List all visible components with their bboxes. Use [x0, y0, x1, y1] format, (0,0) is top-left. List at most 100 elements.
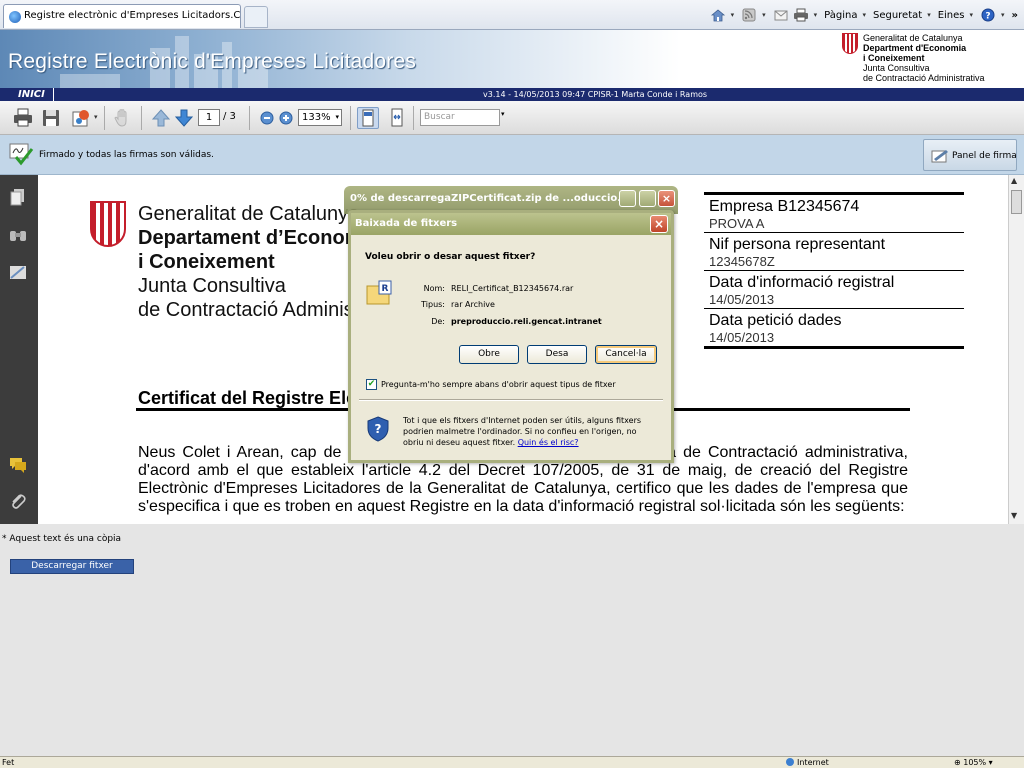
svg-text:R: R — [382, 284, 389, 294]
logo-line: Junta Consultiva — [863, 63, 930, 73]
rar-file-icon: R — [365, 280, 393, 308]
print-icon[interactable] — [793, 8, 809, 22]
scroll-down-icon[interactable]: ▼ — [1011, 511, 1017, 520]
zoom-level[interactable]: ⊕ 105% ▾ — [954, 758, 993, 767]
info-label: Data petició dades — [709, 312, 842, 329]
globe-icon — [786, 758, 794, 766]
file-type-label: Tipus: — [421, 300, 445, 309]
share-icon[interactable] — [70, 107, 92, 129]
browser-command-bar: Registre electrònic d'Empreses Licitador… — [0, 0, 1024, 30]
security-zone: Internet — [786, 758, 829, 767]
risk-info-link[interactable]: Quin és el risc? — [518, 438, 579, 447]
signatures-icon[interactable] — [8, 263, 28, 283]
session-info: v3.14 - 14/05/2013 09:47 CPISR-1 Marta C… — [483, 90, 708, 99]
logo-line: i Coneixement — [863, 53, 925, 63]
security-menu[interactable]: Seguretat — [873, 10, 922, 21]
dialog-close-button[interactable]: × — [650, 215, 668, 233]
site-nav-bar: INICI v3.14 - 14/05/2013 09:47 CPISR-1 M… — [0, 88, 1024, 101]
maximize-button[interactable] — [639, 190, 656, 207]
page-total: / 3 — [223, 111, 236, 122]
gencat-shield-icon — [90, 201, 126, 248]
svg-text:?: ? — [985, 12, 990, 22]
hand-tool-icon[interactable] — [112, 107, 134, 129]
save-icon[interactable] — [40, 107, 62, 129]
info-row: Empresa B12345674 PROVA A — [704, 195, 964, 233]
download-progress-title: 0% de descarregaZIPCertificat.zip de ...… — [350, 193, 620, 204]
home-icon[interactable] — [710, 8, 726, 22]
gencat-flag-icon — [842, 33, 858, 54]
signature-pen-icon — [931, 148, 949, 164]
info-label: Nif persona representant — [709, 236, 886, 253]
info-value: 14/05/2013 — [709, 330, 775, 345]
info-row: Data d'informació registral 14/05/2013 — [704, 271, 964, 309]
dialog-divider — [359, 399, 663, 401]
next-page-icon[interactable] — [173, 107, 195, 129]
security-shield-icon: ? — [367, 416, 389, 442]
new-tab-button[interactable] — [244, 6, 268, 28]
dialog-titlebar: Baixada de fitxers × — [351, 213, 671, 235]
info-row: Data petició dades 14/05/2013 — [704, 309, 964, 346]
site-title: Registre Electrònic d'Empreses Licitador… — [8, 50, 417, 73]
registry-info-table: Empresa B12345674 PROVA A Nif persona re… — [704, 192, 964, 349]
comments-icon[interactable] — [8, 455, 28, 475]
print-icon[interactable] — [12, 107, 34, 129]
ie-favicon-icon — [9, 11, 21, 23]
signature-status-text: Firmado y todas las firmas son válidas. — [39, 150, 214, 160]
dialog-question: Voleu obrir o desar aquest fitxer? — [365, 252, 536, 262]
open-button[interactable]: Obre — [459, 345, 519, 364]
zoom-in-icon[interactable] — [275, 107, 297, 129]
chevron-down-icon[interactable]: ▾ — [501, 110, 505, 118]
scroll-up-icon[interactable]: ▲ — [1011, 176, 1017, 185]
fit-width-icon[interactable] — [386, 107, 408, 129]
fit-page-icon[interactable] — [357, 107, 379, 129]
doc-org-line: Junta Consultiva — [138, 275, 286, 297]
info-value: PROVA A — [709, 216, 765, 231]
always-ask-label: Pregunta-m'ho sempre abans d'obrir aques… — [381, 380, 616, 389]
minimize-button[interactable] — [619, 190, 636, 207]
zoom-level-label: 105% — [963, 758, 987, 767]
previous-page-icon[interactable] — [150, 107, 172, 129]
document-scrollbar[interactable]: ▲ ▼ — [1008, 175, 1024, 524]
pdf-toolbar: ▾ 1 / 3 133% ▾ Buscar ▾ — [0, 101, 1024, 135]
doc-org-line: Generalitat de Catalunya — [138, 203, 360, 225]
more-commands-chevron[interactable]: » — [1012, 10, 1018, 21]
signature-panel-label: Panel de firma — [952, 151, 1017, 161]
security-zone-label: Internet — [797, 758, 829, 767]
home-link[interactable]: INICI — [18, 88, 54, 101]
cancel-button[interactable]: Cancel·la — [595, 345, 657, 364]
binoculars-icon[interactable] — [8, 225, 28, 245]
page-footer-area: * Aquest text és una còpia Descarregar f… — [0, 524, 1024, 756]
security-warning: Tot i que els fitxers d'Internet poden s… — [403, 415, 653, 448]
file-type-value: rar Archive — [451, 300, 495, 309]
pdf-navigation-panel — [0, 175, 38, 524]
info-label: Data d'informació registral — [709, 274, 895, 291]
page-number-input[interactable]: 1 — [198, 109, 220, 126]
info-value: 14/05/2013 — [709, 292, 775, 307]
pdf-search-input[interactable]: Buscar — [420, 109, 500, 126]
download-file-button[interactable]: Descarregar fitxer — [10, 559, 134, 574]
save-button[interactable]: Desa — [527, 345, 587, 364]
copy-note: * Aquest text és una còpia — [2, 534, 122, 544]
signature-panel-button[interactable]: Panel de firma — [923, 139, 1017, 171]
close-button[interactable]: × — [658, 190, 675, 207]
page-menu[interactable]: Pàgina — [824, 10, 857, 21]
always-ask-checkbox[interactable]: ✔ — [366, 379, 377, 390]
file-source-value: preproduccio.reli.gencat.intranet — [451, 317, 602, 326]
pages-icon[interactable] — [8, 187, 28, 207]
scroll-thumb[interactable] — [1011, 190, 1022, 214]
rss-feed-icon[interactable] — [741, 8, 757, 22]
valid-signature-icon — [8, 141, 34, 167]
file-name-value: RELI_Certificat_B12345674.rar — [451, 284, 574, 293]
browser-tab[interactable]: Registre electrònic d'Empreses Licitador… — [3, 4, 241, 28]
paperclip-icon[interactable] — [8, 491, 28, 511]
browser-commands: ▾ ▾ ▾ Pàgina ▾ Seguretat ▾ Eines ▾ ? ▾ » — [710, 6, 1018, 24]
mail-icon[interactable] — [773, 8, 789, 22]
logo-line: Generalitat de Catalunya — [863, 33, 963, 43]
help-icon[interactable]: ? — [980, 8, 996, 22]
logo-line: Department d'Economia — [863, 43, 967, 53]
tools-menu[interactable]: Eines — [938, 10, 965, 21]
zoom-level-select[interactable]: 133% ▾ — [298, 109, 342, 126]
site-banner: Registre Electrònic d'Empreses Licitador… — [0, 30, 1024, 88]
signature-status-bar: Firmado y todas las firmas son válidas. … — [0, 135, 1024, 175]
status-text: Fet — [2, 758, 15, 767]
